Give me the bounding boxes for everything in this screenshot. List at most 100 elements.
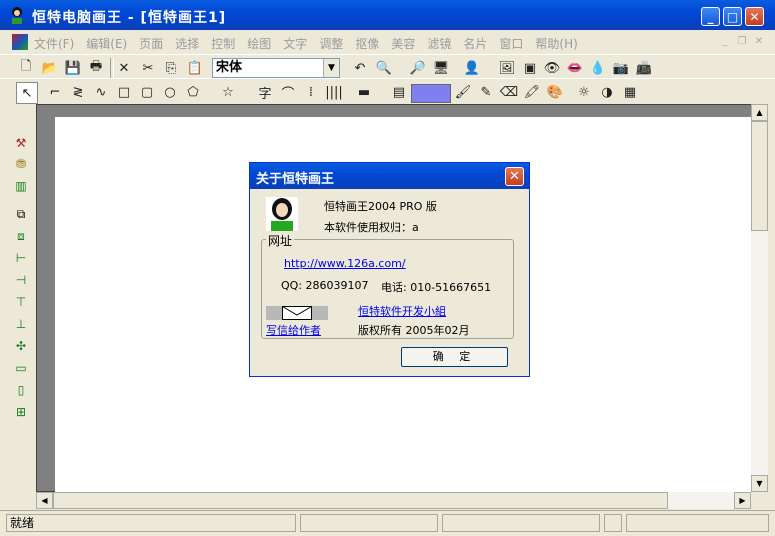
menu-beauty[interactable]: 美容	[391, 35, 415, 52]
envelope-icon[interactable]	[266, 306, 328, 320]
menu-filter[interactable]: 滤镜	[427, 35, 451, 52]
text-char-icon[interactable]: 字	[255, 82, 275, 102]
font-value: 宋体	[216, 60, 243, 75]
maximize-button[interactable]: □	[723, 7, 742, 26]
monitor-icon[interactable]: 🖥	[431, 58, 451, 78]
menu-text[interactable]: 文字	[283, 35, 307, 52]
line-corner-icon[interactable]: ⌐	[45, 82, 65, 102]
horizontal-scrollbar[interactable]: ◀ ▶	[36, 492, 751, 509]
wand-icon[interactable]: ⚒	[12, 135, 30, 151]
cut-icon[interactable]: ✂	[138, 58, 158, 78]
same-height-icon[interactable]: ▯	[12, 382, 30, 398]
dotted-grid-icon[interactable]: ⁞	[301, 82, 321, 102]
duplicate-icon[interactable]: ⧈	[12, 228, 30, 244]
scroll-left-icon[interactable]: ◀	[36, 492, 53, 509]
color-bars-icon[interactable]: ▦	[620, 82, 640, 102]
window-title: 恒特电脑画王 - [恒特画王1]	[32, 10, 227, 26]
polygon-icon[interactable]: ⬠	[183, 82, 203, 102]
close-button[interactable]: ✕	[745, 7, 764, 26]
dialog-close-icon[interactable]: ✕	[505, 167, 524, 186]
chevron-down-icon[interactable]: ▼	[323, 59, 339, 77]
portrait-frame-icon[interactable]: 🖼	[497, 58, 517, 78]
zoom-out-icon[interactable]: 🔎	[408, 58, 428, 78]
delete-icon[interactable]: ✕	[114, 58, 134, 78]
menu-cutout[interactable]: 抠像	[355, 35, 379, 52]
rectangle-icon[interactable]: □	[114, 82, 134, 102]
mdi-close-icon[interactable]: ✕	[752, 36, 766, 48]
ok-button[interactable]: 确 定	[401, 347, 508, 367]
portrait-icon[interactable]: 👤	[462, 58, 482, 78]
title-bar: 恒特电脑画王 - [恒特画王1] _ □ ✕	[0, 0, 775, 30]
same-size-icon[interactable]: ⊞	[12, 404, 30, 420]
mdi-restore-icon[interactable]: ❐	[735, 36, 749, 48]
dev-team-link[interactable]: 恒特软件开发小組	[358, 303, 446, 319]
brush-icon[interactable]: 🖌	[453, 82, 473, 102]
menu-file[interactable]: 文件(F)	[34, 35, 74, 52]
menu-window[interactable]: 窗口	[499, 35, 523, 52]
curve-icon[interactable]: ∿	[91, 82, 111, 102]
camera-icon[interactable]: 📷	[611, 58, 631, 78]
contrast-icon[interactable]: ◑	[597, 82, 617, 102]
zoom-in-icon[interactable]: 🔍	[374, 58, 394, 78]
align-top-icon[interactable]: ⊤	[12, 294, 30, 310]
paint-icon[interactable]: 🖍	[522, 82, 542, 102]
align-left-icon[interactable]: ⊢	[12, 250, 30, 266]
print-icon[interactable]: 🖶	[86, 58, 106, 78]
polyline-icon[interactable]: ≷	[68, 82, 88, 102]
open-folder-icon[interactable]: 📂	[40, 58, 60, 78]
menu-select[interactable]: 选择	[175, 35, 199, 52]
document-icon[interactable]	[12, 34, 28, 50]
rotate-icon[interactable]: ↶	[350, 58, 370, 78]
arc-text-icon[interactable]: ⌒	[278, 82, 298, 102]
same-width-icon[interactable]: ▭	[12, 360, 30, 376]
font-select[interactable]: 宋体 ▼	[212, 58, 340, 78]
copy-icon[interactable]: ⎘	[161, 58, 181, 78]
green-tool-icon[interactable]: ▬	[354, 82, 374, 102]
standard-toolbar: 🗋 📂 💾 🖶 ✕ ✂ ⎘ 📋 宋体 ▼ ↶ 🔍 🔎 🖥 👤 🖼 ▣ 👁 👄 💧…	[0, 54, 775, 81]
ellipse-icon[interactable]: ○	[160, 82, 180, 102]
mdi-minimize-icon[interactable]: _	[718, 36, 732, 48]
menu-edit[interactable]: 编辑(E)	[86, 35, 127, 52]
menu-card[interactable]: 名片	[463, 35, 487, 52]
save-icon[interactable]: 💾	[63, 58, 83, 78]
copy-page-icon[interactable]: ⧉	[12, 206, 30, 222]
menu-adjust[interactable]: 调整	[319, 35, 343, 52]
menu-page[interactable]: 页面	[139, 35, 163, 52]
menu-help[interactable]: 帮助(H)	[535, 35, 577, 52]
align-right-icon[interactable]: ⊣	[12, 272, 30, 288]
center-icon[interactable]: ✣	[12, 338, 30, 354]
menu-draw[interactable]: 绘图	[247, 35, 271, 52]
eraser-icon[interactable]: ⌫	[499, 82, 519, 102]
scanner-icon[interactable]: 📠	[634, 58, 654, 78]
scroll-right-icon[interactable]: ▶	[734, 492, 751, 509]
layers-icon[interactable]: ▤	[389, 82, 409, 102]
align-bottom-icon[interactable]: ⊥	[12, 316, 30, 332]
pen-icon[interactable]: ✎	[476, 82, 496, 102]
menu-control[interactable]: 控制	[211, 35, 235, 52]
lips-icon[interactable]: 👄	[565, 58, 585, 78]
star-icon[interactable]: ☆	[218, 82, 238, 102]
current-color-swatch[interactable]	[411, 84, 451, 103]
barcode-icon[interactable]: ||||	[324, 82, 344, 102]
scroll-down-icon[interactable]: ▼	[751, 475, 768, 492]
copyright-text: 版权所有 2005年02月	[358, 324, 470, 337]
chart-tool-icon[interactable]: ▥	[12, 178, 30, 194]
status-cell-2	[300, 514, 438, 532]
rounded-rect-icon[interactable]: ▢	[137, 82, 157, 102]
new-file-icon[interactable]: 🗋	[16, 58, 36, 78]
horizontal-scroll-thumb[interactable]	[53, 492, 668, 509]
select-arrow-icon[interactable]: ↖	[16, 82, 38, 104]
vertical-scrollbar[interactable]: ▲ ▼	[751, 104, 768, 492]
palette-icon[interactable]: 🎨	[545, 82, 565, 102]
brightness-icon[interactable]: ☼	[574, 82, 594, 102]
drop-icon[interactable]: 💧	[588, 58, 608, 78]
frame-icon[interactable]: ▣	[520, 58, 540, 78]
stamp-icon[interactable]: ⛃	[12, 156, 30, 172]
write-author-link[interactable]: 写信给作者	[266, 322, 321, 338]
scroll-up-icon[interactable]: ▲	[751, 104, 768, 121]
paste-icon[interactable]: 📋	[185, 58, 205, 78]
minimize-button[interactable]: _	[701, 7, 720, 26]
eye-icon[interactable]: 👁	[542, 58, 562, 78]
vertical-scroll-thumb[interactable]	[751, 121, 768, 231]
website-link[interactable]: http://www.126a.com/	[284, 257, 406, 270]
